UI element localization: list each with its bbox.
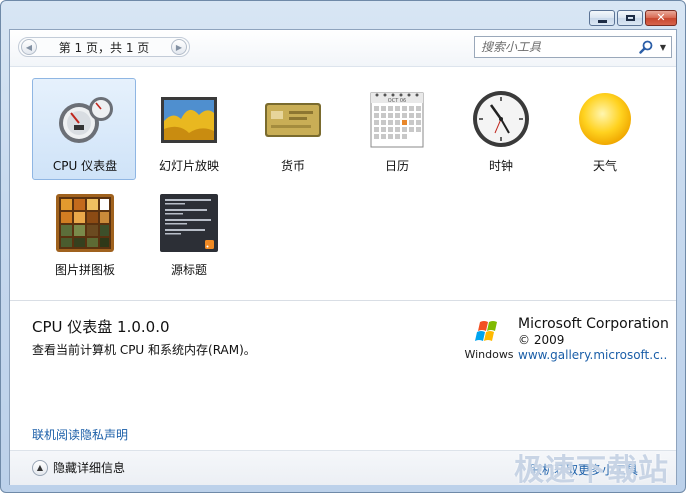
details-title: CPU 仪表盘 1.0.0.0 [32, 318, 170, 336]
maximize-button[interactable] [617, 10, 643, 26]
gadget-tile-feed-headlines[interactable]: 源标题 [136, 182, 240, 284]
watermark-text: 极速下载站 [514, 453, 669, 488]
gadget-tile-picture-puzzle[interactable]: 图片拼图板 [32, 182, 136, 284]
gadget-gallery-window: ✕ ◀ 第 1 页，共 1 页 ▶ ▼ [0, 0, 686, 493]
search-input[interactable] [475, 40, 637, 54]
hide-details-button[interactable]: ▲ 隐藏详细信息 [32, 459, 125, 476]
gadget-tile-clock[interactable]: 时钟 [448, 78, 552, 180]
chevron-down-icon: ▼ [659, 42, 667, 52]
gadget-details: CPU 仪表盘 1.0.0.0 查看当前计算机 CPU 和系统内存(RAM)。 [32, 316, 256, 358]
gadget-tile-weather[interactable]: 天气 [552, 78, 656, 180]
cpu-meter-icon [59, 97, 113, 143]
picture-puzzle-icon [56, 194, 114, 252]
close-icon: ✕ [656, 11, 666, 24]
search-icon[interactable] [637, 38, 655, 56]
chevron-left-icon: ◀ [25, 42, 33, 52]
gadget-label: 日历 [384, 159, 409, 173]
gadget-label: 天气 [592, 159, 617, 173]
next-page-button[interactable]: ▶ [171, 39, 187, 55]
toolbar: ◀ 第 1 页，共 1 页 ▶ ▼ [10, 30, 676, 67]
publisher-name: Microsoft Corporation [518, 316, 669, 332]
gadget-label: 时钟 [488, 159, 513, 173]
page-indicator: 第 1 页，共 1 页 [58, 40, 150, 55]
search-dropdown-button[interactable]: ▼ [655, 38, 671, 56]
gadget-label: 源标题 [170, 263, 207, 277]
gadget-tile-calendar[interactable]: OCT 06 日历 [344, 78, 448, 180]
caption-buttons: ✕ [589, 10, 677, 26]
publisher-url-link[interactable]: www.gallery.microsoft.c... [518, 348, 668, 362]
clock-icon [473, 91, 529, 147]
calendar-icon: OCT 06 [370, 92, 424, 148]
gadget-label: 图片拼图板 [54, 263, 115, 277]
previous-page-button[interactable]: ◀ [21, 39, 37, 55]
gadget-label: CPU 仪表盘 [52, 159, 118, 173]
gadget-tile-currency[interactable]: 货币 [240, 78, 344, 180]
gadget-tile-slideshow[interactable]: 幻灯片放映 [136, 78, 240, 180]
gadget-label: 幻灯片放映 [158, 159, 219, 173]
details-description: 查看当前计算机 CPU 和系统内存(RAM)。 [32, 343, 256, 357]
feed-headlines-icon [160, 194, 218, 252]
minimize-button[interactable] [589, 10, 615, 26]
publisher-copyright: © 2009 [518, 333, 565, 347]
calendar-month-text: OCT 06 [388, 98, 406, 104]
gadget-tile-cpu-meter[interactable]: CPU 仪表盘 [32, 78, 136, 180]
slideshow-icon [161, 97, 217, 143]
maximize-icon [625, 15, 635, 21]
publisher-info: Windows Microsoft Corporation © 2009 www… [464, 316, 674, 366]
minimize-icon [597, 19, 607, 23]
chevron-up-icon: ▲ [32, 459, 48, 476]
details-divider [10, 300, 676, 301]
client-area: ◀ 第 1 页，共 1 页 ▶ ▼ [9, 29, 677, 485]
weather-icon [579, 93, 631, 145]
currency-icon [265, 103, 321, 137]
close-button[interactable]: ✕ [645, 10, 677, 26]
chevron-right-icon: ▶ [175, 42, 183, 52]
gadget-label: 货币 [280, 159, 305, 173]
gadget-gallery: CPU 仪表盘 幻灯片放映 货币 OCT 06 日历 时钟 天气 图片拼图板 源… [30, 76, 650, 288]
pager: ◀ 第 1 页，共 1 页 ▶ [18, 37, 190, 57]
search-box: ▼ [474, 36, 672, 58]
windows-logo-icon: Windows [464, 321, 514, 361]
hide-details-label: 隐藏详细信息 [53, 461, 126, 475]
privacy-link[interactable]: 联机阅读隐私声明 [32, 426, 128, 443]
windows-logo-text: Windows [464, 348, 513, 361]
